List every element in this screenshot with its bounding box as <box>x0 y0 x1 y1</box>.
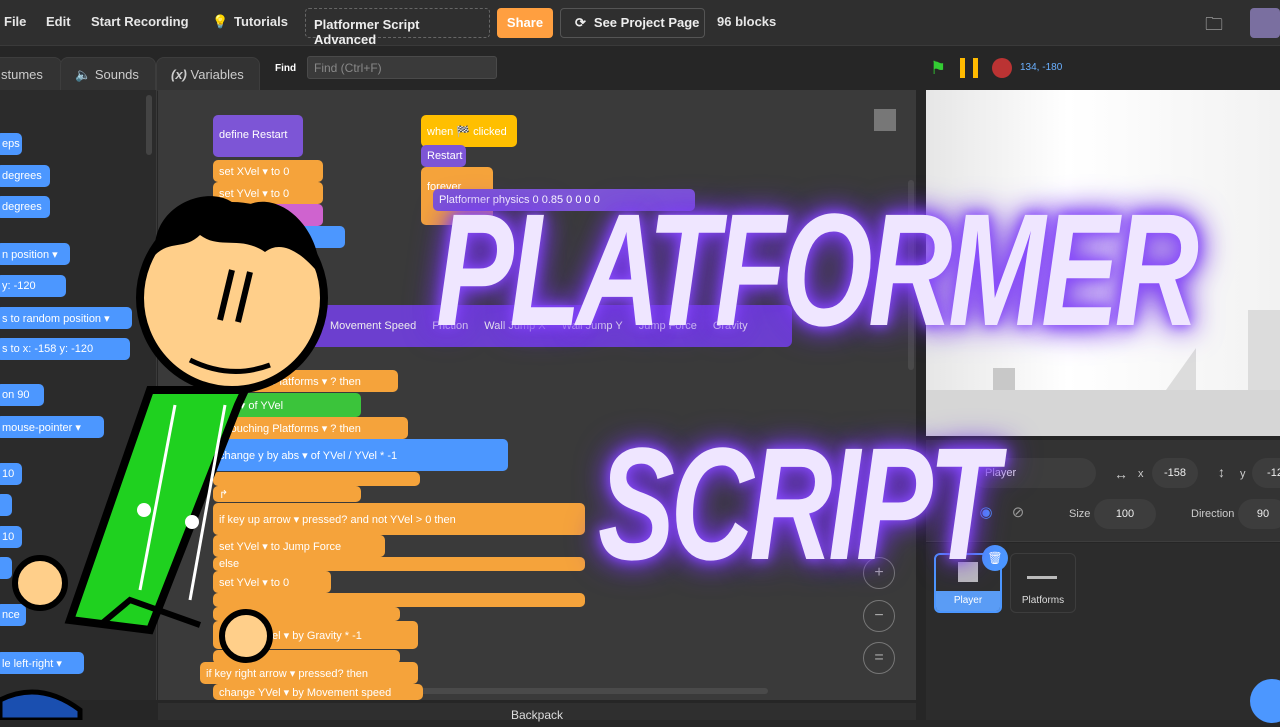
zoom-out-button[interactable]: − <box>863 600 895 632</box>
y-input[interactable]: -12 <box>1252 458 1280 488</box>
block-count: 96 blocks <box>717 14 777 29</box>
tab-variables-label: Variables <box>190 67 244 82</box>
size-input[interactable]: 100 <box>1094 499 1156 529</box>
variable-icon: (x) <box>171 67 187 82</box>
code-block[interactable]: Restart <box>421 145 466 167</box>
find-label: Find <box>275 63 297 74</box>
add-sprite-button[interactable] <box>1250 679 1280 723</box>
lightbulb-icon: 💡 <box>212 14 229 29</box>
speaker-icon: 🔈 <box>75 67 92 82</box>
character-shoe <box>0 689 83 720</box>
title-overlay-platformer: PLATFORMER <box>436 180 1199 359</box>
code-block[interactable]: when 🏁 clicked <box>421 115 517 147</box>
folder-icon[interactable]: 🗀 <box>1205 12 1223 42</box>
palette-block[interactable]: eps <box>0 133 22 155</box>
variable-reporter[interactable]: Movement Speed <box>330 320 416 332</box>
palette-scrollbar[interactable] <box>146 95 152 155</box>
cartoon-character <box>0 196 328 720</box>
direction-label: Direction <box>1191 508 1235 520</box>
x-input[interactable]: -158 <box>1152 458 1198 488</box>
see-project-page-button[interactable]: ⟳ See Project Page <box>560 8 705 38</box>
tab-sounds-label: Sounds <box>94 67 139 82</box>
horizontal-scrollbar[interactable] <box>388 688 768 694</box>
code-block[interactable]: set XVel ▾ to 0 <box>213 160 323 182</box>
tab-costumes[interactable]: stumes <box>0 57 62 91</box>
tutorials-button[interactable]: Tutorials <box>234 14 288 29</box>
character-hand <box>12 555 68 611</box>
platforms-thumbnail <box>1027 576 1057 579</box>
menu-bar: File Edit Start Recording 💡 Tutorials Pl… <box>0 0 1280 47</box>
direction-input[interactable]: 90 <box>1238 499 1280 529</box>
find-input[interactable]: Find (Ctrl+F) <box>307 56 497 79</box>
menu-file[interactable]: File <box>4 14 26 29</box>
avatar[interactable] <box>1250 8 1280 38</box>
stop-icon[interactable] <box>992 58 1012 78</box>
character-hand <box>219 609 273 663</box>
character-body <box>64 386 252 635</box>
hide-eye-icon[interactable]: ⊘ <box>1003 498 1033 528</box>
title-overlay-script: SCRIPT <box>598 414 999 593</box>
size-label: Size <box>1069 508 1091 520</box>
pause-icon[interactable] <box>960 58 978 78</box>
sprite-thumbnail <box>874 109 896 131</box>
menu-edit[interactable]: Edit <box>46 14 71 29</box>
tab-variables[interactable]: (x) Variables <box>156 57 260 91</box>
zoom-reset-button[interactable]: = <box>863 642 895 674</box>
sprite-tile-platforms[interactable]: Platforms <box>1010 553 1076 613</box>
code-block[interactable]: define Restart <box>213 115 303 157</box>
project-title-input[interactable]: Platformer Script Advanced <box>305 8 490 47</box>
remix-icon: ⟳ <box>575 15 586 30</box>
tab-sounds[interactable]: 🔈 Sounds <box>60 57 156 91</box>
sprite-name-platforms: Platforms <box>1021 595 1065 606</box>
y-arrows-icon: ↕ <box>1218 464 1225 480</box>
x-label: x <box>1138 468 1144 480</box>
see-project-label: See Project Page <box>593 15 700 30</box>
share-button[interactable]: Share <box>497 8 553 38</box>
x-arrows-icon: ↔ <box>1114 466 1128 482</box>
stage-controls: ⚑ 134, -180 <box>926 56 1280 82</box>
start-recording-button[interactable]: Start Recording <box>91 14 189 29</box>
y-label: y <box>1240 468 1246 480</box>
green-flag-icon[interactable]: ⚑ <box>930 58 946 79</box>
mouse-coords: 134, -180 <box>1020 62 1063 73</box>
player-sprite <box>993 368 1015 390</box>
